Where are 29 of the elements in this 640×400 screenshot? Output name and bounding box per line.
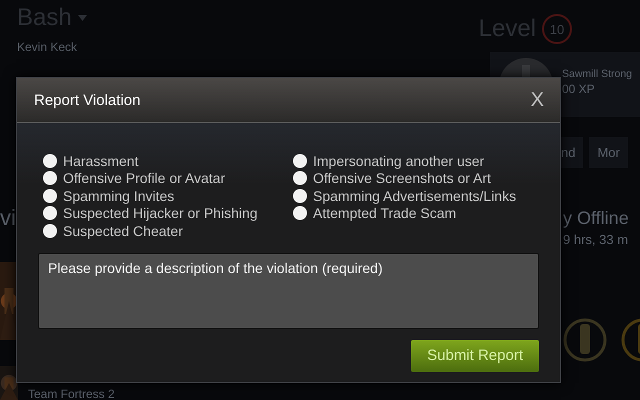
reason-option[interactable]: Offensive Profile or Avatar	[43, 170, 293, 187]
real-name: Kevin Keck	[17, 40, 78, 54]
game-title: Team Fortress 2	[28, 387, 115, 400]
badge-title: Sawmill Strong	[562, 68, 632, 80]
close-button[interactable]: X	[530, 88, 544, 112]
radio-button[interactable]	[43, 171, 57, 186]
reason-option[interactable]: Offensive Screenshots or Art	[293, 170, 539, 187]
radio-button[interactable]	[43, 206, 57, 220]
radio-button[interactable]	[293, 206, 307, 220]
level-badge: 10	[542, 14, 572, 44]
reason-option[interactable]: Spamming Invites	[43, 187, 293, 204]
status-title: y Offline	[563, 208, 629, 229]
status-detail: 9 hrs, 33 m	[563, 232, 629, 247]
section-heading: vi	[0, 205, 16, 230]
reason-option[interactable]: Impersonating another user	[293, 152, 539, 170]
radio-button[interactable]	[293, 188, 307, 203]
radio-button[interactable]	[293, 154, 307, 168]
reason-option[interactable]: Attempted Trade Scam	[293, 204, 539, 222]
radio-button[interactable]	[43, 154, 57, 168]
radio-button[interactable]	[43, 188, 57, 203]
reason-option[interactable]: Suspected Hijacker or Phishing	[43, 204, 293, 222]
badge-xp: 00 XP	[562, 82, 596, 96]
description-field[interactable]: Please provide a description of the violation (required)	[38, 252, 539, 328]
reason-option[interactable]: Spamming Advertisements/Links	[293, 187, 539, 204]
dialog-title: Report Violation	[34, 92, 140, 108]
radio-button[interactable]	[43, 224, 57, 238]
reason-option[interactable]: Harassment	[43, 152, 293, 170]
radio-button[interactable]	[293, 171, 307, 186]
reason-option[interactable]: Suspected Cheater	[43, 222, 293, 240]
